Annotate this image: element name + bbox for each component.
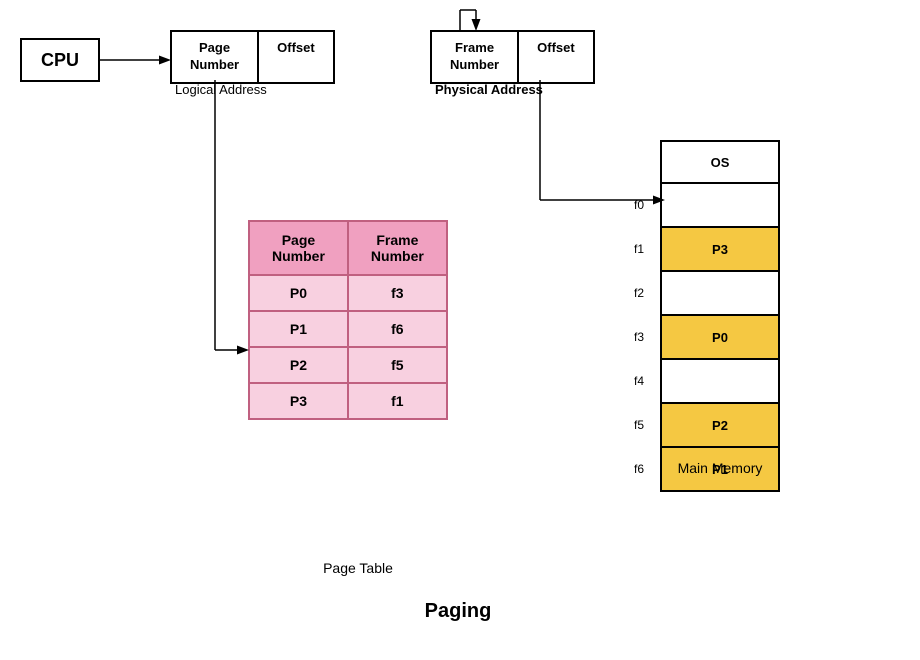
table-row: P1: [249, 311, 348, 347]
page-table-col1-header: PageNumber: [249, 221, 348, 275]
frame-content: P3: [712, 242, 728, 257]
frame-label: f0: [634, 198, 644, 212]
frame-label: f4: [634, 374, 644, 388]
table-row: f3: [348, 275, 447, 311]
table-row: P0: [249, 275, 348, 311]
memory-frame: f4: [660, 360, 780, 404]
logical-page-number-cell: PageNumber: [172, 32, 259, 82]
table-row: f5: [348, 347, 447, 383]
physical-offset-cell: Offset: [519, 32, 593, 82]
diagram-container: CPU PageNumber Offset Logical Address Fr…: [0, 0, 920, 660]
memory-frame: f0: [660, 184, 780, 228]
main-memory-container: OSf0f1P3f2f3P0f4f5P2f6P1: [660, 140, 780, 492]
page-table-label: Page Table: [248, 560, 468, 576]
page-table-col2-header: FrameNumber: [348, 221, 447, 275]
cpu-label: CPU: [41, 50, 79, 71]
memory-frame: f3P0: [660, 316, 780, 360]
physical-frame-number-cell: FrameNumber: [432, 32, 519, 82]
page-table: PageNumber FrameNumber P0f3P1f6P2f5P3f1: [248, 220, 448, 420]
logical-offset-cell: Offset: [259, 32, 333, 82]
frame-content: P2: [712, 418, 728, 433]
frame-label: f3: [634, 330, 644, 344]
physical-address-box: FrameNumber Offset: [430, 30, 595, 84]
table-row: P3: [249, 383, 348, 419]
logical-address-label: Logical Address: [175, 82, 267, 97]
table-row: f6: [348, 311, 447, 347]
physical-address-label: Physical Address: [435, 82, 543, 97]
page-table-container: PageNumber FrameNumber P0f3P1f6P2f5P3f1: [248, 220, 448, 420]
frame-label: f1: [634, 242, 644, 256]
frame-content: P0: [712, 330, 728, 345]
memory-frame: f2: [660, 272, 780, 316]
table-row: f1: [348, 383, 447, 419]
paging-title: Paging: [248, 600, 668, 623]
main-memory-label: Main Memory: [660, 460, 780, 476]
cpu-box: CPU: [20, 38, 100, 82]
memory-frame: OS: [660, 140, 780, 184]
table-row: P2: [249, 347, 348, 383]
memory-frame: f5P2: [660, 404, 780, 448]
frame-label: f6: [634, 462, 644, 476]
frame-content: OS: [711, 155, 730, 170]
frame-label: f2: [634, 286, 644, 300]
frame-label: f5: [634, 418, 644, 432]
logical-address-box: PageNumber Offset: [170, 30, 335, 84]
memory-frame: f1P3: [660, 228, 780, 272]
